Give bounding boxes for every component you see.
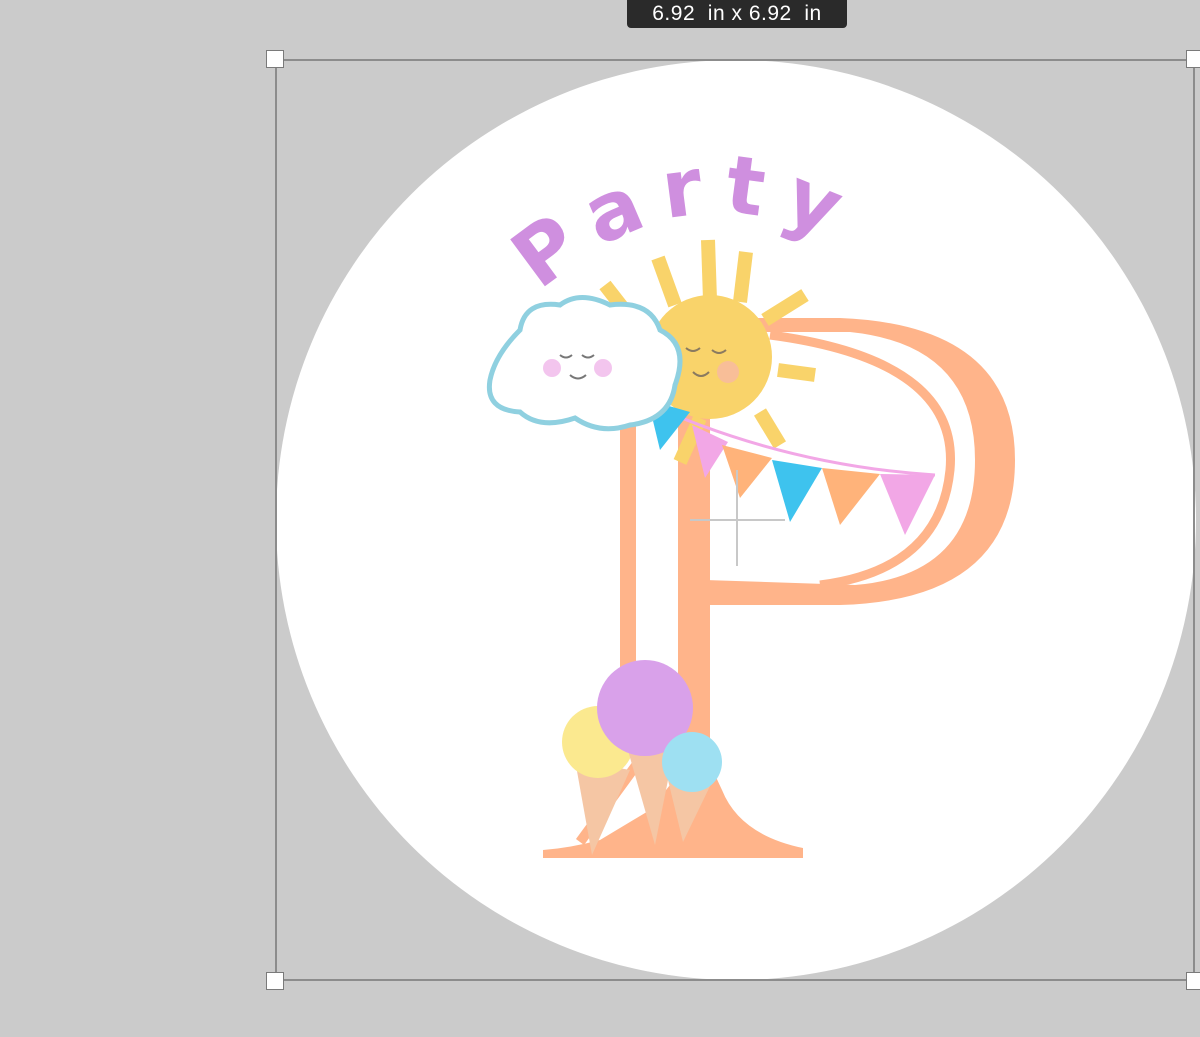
resize-handle-top-left[interactable] bbox=[266, 50, 284, 68]
resize-handle-bottom-left[interactable] bbox=[266, 972, 284, 990]
design-canvas[interactable]: Party 6.92 in x 6.92 in bbox=[0, 0, 1200, 1037]
dimension-tooltip: 6.92 in x 6.92 in bbox=[627, 0, 847, 28]
dimension-separator: x bbox=[731, 2, 743, 25]
height-unit: in bbox=[804, 2, 822, 25]
width-value: 6.92 bbox=[652, 2, 696, 25]
height-value: 6.92 bbox=[748, 2, 792, 25]
resize-handle-bottom-right[interactable] bbox=[1186, 972, 1200, 990]
width-unit: in bbox=[707, 2, 726, 25]
resize-handle-top-right[interactable] bbox=[1186, 50, 1200, 68]
party-p-artwork[interactable]: Party bbox=[0, 0, 1200, 1037]
